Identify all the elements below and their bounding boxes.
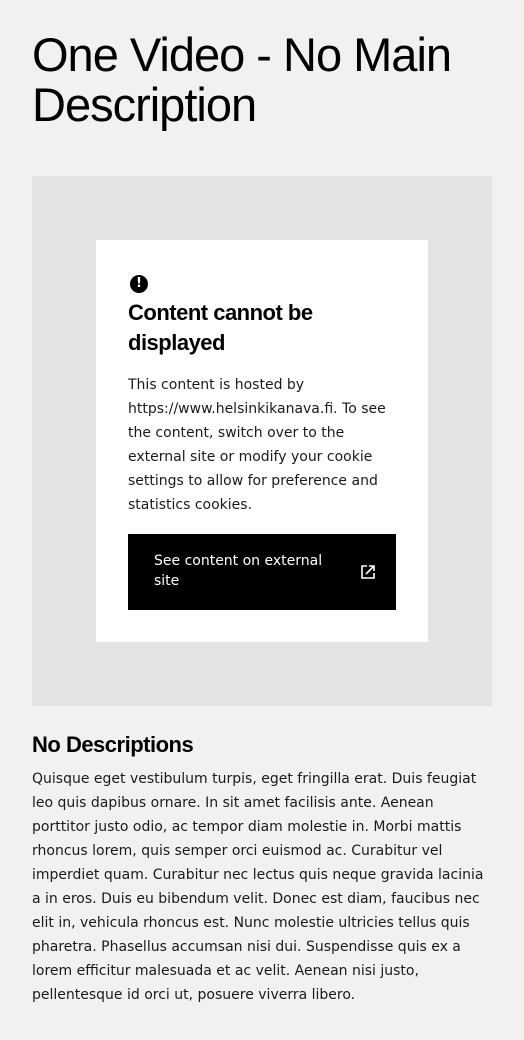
- page-title: One Video - No Main Description: [32, 28, 452, 131]
- section-body-line: pellentesque id orci ut, posuere viverra…: [32, 987, 356, 1003]
- notice-body-line: the content, switch over to the: [128, 425, 345, 441]
- notice-title: Content cannot be displayed: [128, 300, 313, 355]
- page: One Video - No Main Description ! Conten…: [0, 0, 524, 1040]
- section-body-line: Quisque eget vestibulum turpis, eget fri…: [32, 771, 477, 787]
- section-heading: No Descriptions: [32, 732, 194, 757]
- section-body-line: leo quis dapibus ornare. In sit amet fac…: [32, 795, 434, 811]
- notice-body-line: This content is hosted by: [128, 377, 305, 393]
- external-link-icon: [361, 565, 375, 579]
- video-embed-placeholder: ! Content cannot be displayed This conte…: [32, 176, 492, 706]
- external-button-label-line: See content on external: [154, 553, 323, 569]
- cookie-notice-card: ! Content cannot be displayed This conte…: [96, 240, 428, 642]
- notice-body-line: https://www.helsinkikanava.fi. To see: [128, 401, 386, 417]
- external-button-label-line: site: [154, 573, 180, 589]
- notice-body-line: settings to allow for preference and: [128, 473, 378, 489]
- notice-body-line: statistics cookies.: [128, 497, 253, 513]
- section-body-line: imperdiet quam. Curabitur nec lectus qui…: [32, 867, 484, 883]
- external-button-label: See content on external site: [154, 551, 344, 591]
- section-body-line: lorem efficitur malesuada et ac velit. A…: [32, 963, 419, 979]
- alert-circle-icon: !: [130, 275, 148, 293]
- section-body-line: a in eros. Duis eu bibendum velit. Donec…: [32, 891, 480, 907]
- section-body-line: elit in, vehicula rhoncus est. Nunc mole…: [32, 915, 470, 931]
- section-body: Quisque eget vestibulum turpis, eget fri…: [32, 767, 502, 1007]
- section-body-line: pharetra. Phasellus accumsan nisi dui. S…: [32, 939, 461, 955]
- see-external-content-button[interactable]: See content on external site: [128, 534, 396, 610]
- notice-body-line: external site or modify your cookie: [128, 449, 373, 465]
- section-body-line: porttitor justo odio, ac tempor diam mol…: [32, 819, 462, 835]
- notice-body: This content is hosted by https://www.he…: [128, 373, 396, 517]
- section-body-line: rhoncus lorem, quis semper orci euismod …: [32, 843, 443, 859]
